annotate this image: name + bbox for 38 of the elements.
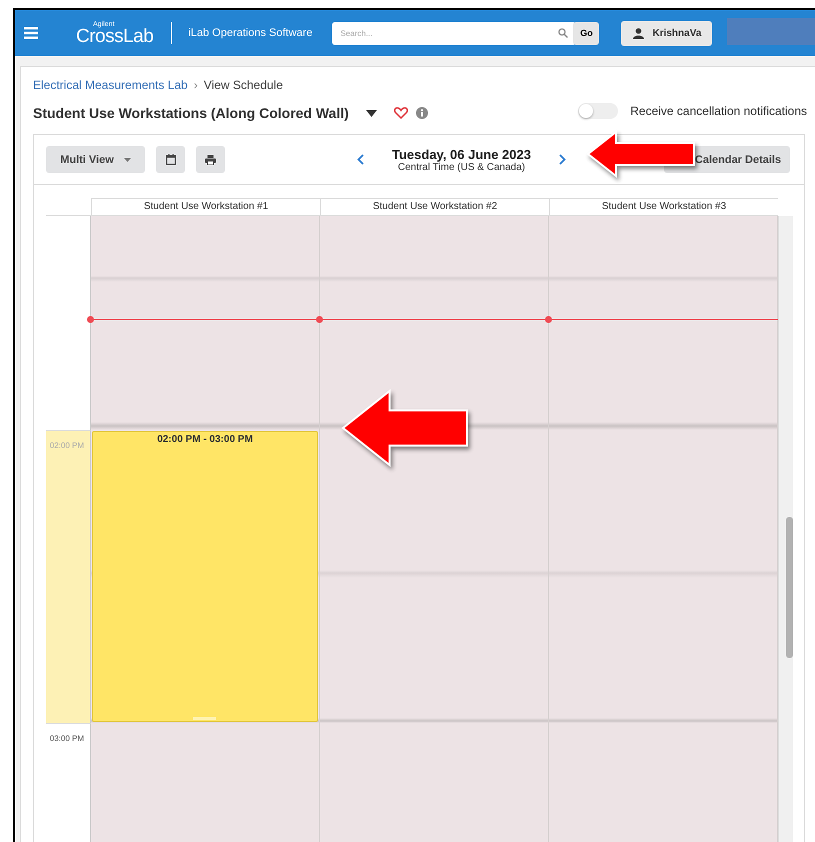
current-time-dot xyxy=(545,316,552,323)
calendar-button[interactable] xyxy=(156,146,185,173)
column-header: Student Use Workstation #3 xyxy=(549,198,778,216)
logo-text: CrossLab xyxy=(76,26,154,46)
scrollbar-thumb[interactable] xyxy=(786,517,793,658)
time-slot[interactable] xyxy=(320,430,549,723)
breadcrumb-current: View Schedule xyxy=(204,78,283,92)
heart-icon[interactable] xyxy=(394,107,408,119)
page-title: Student Use Workstations (Along Colored Wall) xyxy=(33,105,349,121)
breadcrumb-link[interactable]: Electrical Measurements Lab xyxy=(33,78,188,92)
chevron-left-icon[interactable] xyxy=(357,154,364,165)
info-icon xyxy=(416,107,428,119)
current-time-dot xyxy=(87,316,94,323)
scrollbar[interactable] xyxy=(778,216,793,842)
booking-time: 02:00 PM - 03:00 PM xyxy=(157,434,253,445)
column-header: Student Use Workstation #1 xyxy=(91,198,320,216)
toggle-switch[interactable] xyxy=(578,103,618,119)
column-header: Student Use Workstation #2 xyxy=(320,198,549,216)
notification-label: Receive cancellation notifications xyxy=(630,104,807,118)
app-name: iLab Operations Software xyxy=(188,27,312,39)
caret-down-icon[interactable] xyxy=(366,110,377,116)
timezone-label: Central Time (US & Canada) xyxy=(398,162,526,172)
print-button[interactable] xyxy=(196,146,225,173)
time-label: 02:00 PM xyxy=(50,441,84,450)
search-field[interactable]: Search... xyxy=(332,22,576,44)
breadcrumb-separator: › xyxy=(194,78,198,92)
chevron-right-icon[interactable] xyxy=(558,154,566,165)
date-title: Tuesday, 06 June 2023 xyxy=(392,146,531,162)
time-label: 03:00 PM xyxy=(50,734,84,743)
caret-down-icon xyxy=(124,158,131,162)
user-icon xyxy=(633,28,644,38)
user-menu-button[interactable]: KrishnaVa xyxy=(621,20,712,46)
print-icon xyxy=(205,154,216,164)
menu-icon[interactable] xyxy=(24,27,38,39)
calendar-icon xyxy=(166,154,176,165)
view-dropdown[interactable]: Multi View xyxy=(46,146,145,173)
resize-handle-icon[interactable] xyxy=(193,717,216,720)
current-time-dot xyxy=(316,316,323,323)
